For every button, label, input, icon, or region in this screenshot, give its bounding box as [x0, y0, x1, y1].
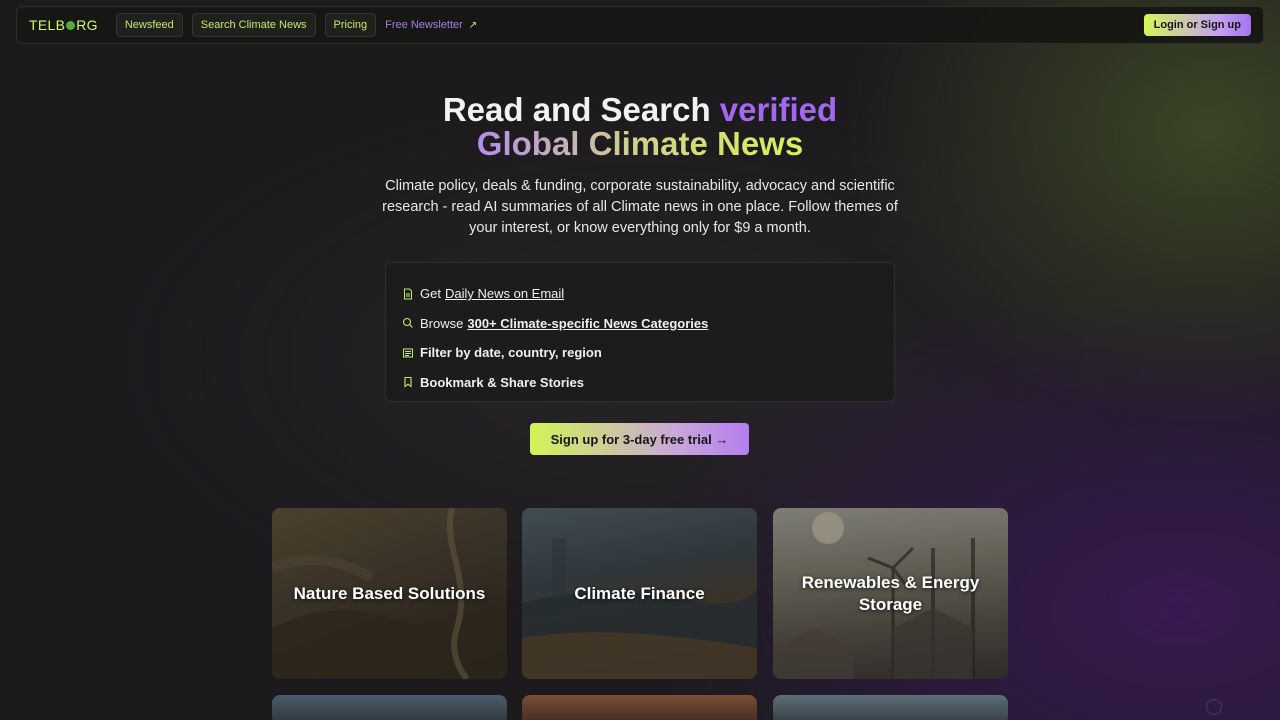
card-label: Nature Based Solutions [293, 583, 486, 603]
logo[interactable]: TELB RG [29, 17, 98, 33]
free-trial-signup-button[interactable]: Sign up for 3-day free trial → [530, 423, 749, 455]
feature-bookmark-text: Bookmark & Share Stories [420, 374, 585, 390]
nav-free-newsletter[interactable]: Free Newsletter ↗ [385, 19, 477, 31]
category-card-renewables-energy-storage[interactable]: Renewables & Energy Storage [773, 508, 1008, 679]
feature-browse-categories: Browse 300+ Climate-specific News Catego… [402, 309, 878, 339]
hero-title-read-search: Read and Search [442, 91, 720, 128]
category-card-partial[interactable] [522, 695, 757, 720]
feature-bookmark: Bookmark & Share Stories [402, 368, 878, 398]
nav-pricing[interactable]: Pricing [324, 13, 377, 37]
news-categories-link[interactable]: 300+ Climate-specific News Categories [467, 316, 708, 331]
logo-globe-icon [66, 20, 76, 30]
logo-text-start: TELB [29, 17, 66, 33]
logo-text-end: RG [76, 17, 98, 33]
hero-title: Read and Search verified Global Climate … [0, 93, 1280, 161]
feature-prefix: Get [420, 286, 441, 302]
nav-newsfeed[interactable]: Newsfeed [115, 13, 183, 37]
document-icon [404, 288, 412, 300]
newsletter-label: Free Newsletter [385, 19, 463, 31]
daily-news-email-link[interactable]: Daily News on Email [445, 286, 564, 301]
category-card-partial[interactable] [773, 695, 1008, 720]
hero-title-line1: Read and Search verified [0, 93, 1280, 127]
feature-daily-email: Get Daily News on Email [402, 279, 878, 309]
category-card-climate-finance[interactable]: Climate Finance [522, 508, 757, 679]
feature-filter: Filter by date, country, region [402, 338, 878, 368]
filter-icon [403, 348, 413, 358]
card-label: Renewables & Energy Storage [801, 572, 980, 614]
external-link-icon: ↗ [468, 19, 478, 31]
hero-subtitle: Climate policy, deals & funding, corpora… [382, 178, 898, 236]
feature-filter-text: Filter by date, country, region [420, 345, 602, 361]
hero-title-line2: Global Climate News [0, 127, 1280, 161]
card-label: Climate Finance [574, 583, 705, 603]
search-icon [402, 318, 413, 329]
assistant-icon[interactable] [1206, 699, 1222, 715]
feature-prefix: Browse [420, 315, 464, 331]
category-card-nature-based-solutions[interactable]: Nature Based Solutions [272, 508, 507, 679]
hero-title-verified: verified [719, 91, 838, 128]
top-navbar: TELB RG Newsfeed Search Climate News Pric… [16, 6, 1264, 44]
login-signup-button[interactable]: Login or Sign up [1143, 14, 1251, 36]
hero-title-global-climate-news: Global Climate News [476, 125, 804, 162]
category-card-partial[interactable] [272, 695, 507, 720]
bookmark-icon [404, 377, 412, 388]
feature-list: Get Daily News on Email Browse 300+ Clim… [385, 262, 895, 402]
nav-search-climate-news[interactable]: Search Climate News [191, 13, 316, 37]
